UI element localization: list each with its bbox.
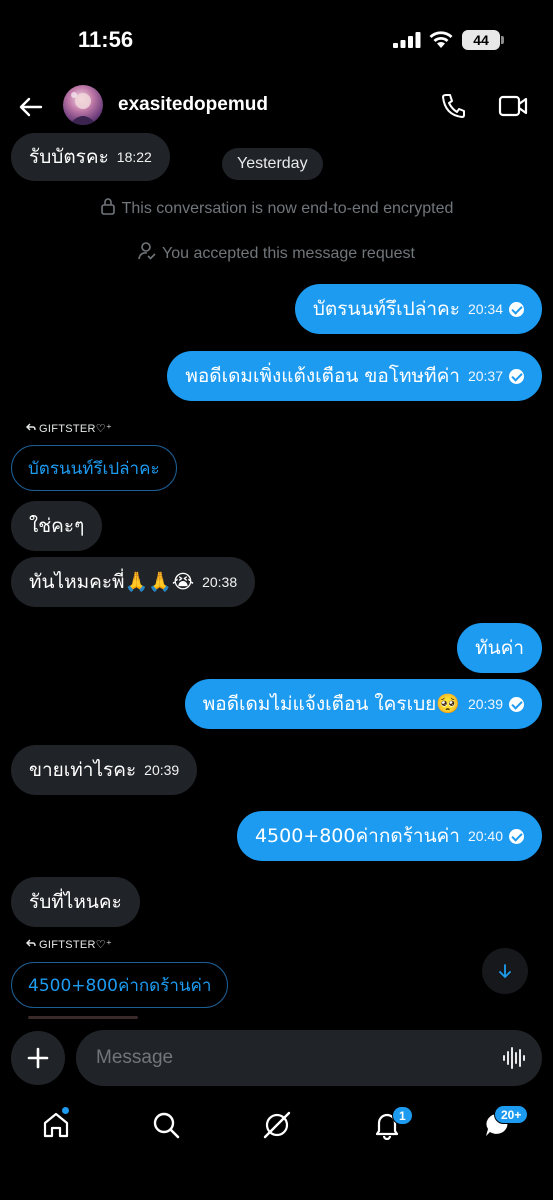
- arrow-down-icon: [499, 964, 511, 978]
- message-text: รับบัตรคะ: [29, 146, 109, 168]
- home-unread-dot: [61, 1106, 70, 1115]
- conversation-header: exasitedopemud: [0, 82, 553, 132]
- person-check-icon: [138, 242, 156, 260]
- conversation-username[interactable]: exasitedopemud: [118, 94, 268, 116]
- cellular-signal-icon: [393, 32, 421, 48]
- avatar-image: [69, 92, 97, 125]
- read-check-icon: [509, 368, 524, 384]
- message-time: 20:39: [467, 696, 503, 712]
- grok-icon[interactable]: [262, 1110, 292, 1140]
- message-text: พอดีเดมไม่แจ้งเตือน ใครเบย🥺: [202, 693, 460, 715]
- message-bubble-incoming[interactable]: รับบัตรคะ 18:22: [11, 133, 170, 181]
- reply-quote[interactable]: 4500+800ค่ากดร้านค่า: [11, 962, 229, 1008]
- message-text: ขายเท่าไรคะ: [29, 759, 137, 781]
- message-bubble-incoming[interactable]: ทันไหมคะพี่🙏🙏😭 20:38: [11, 557, 256, 607]
- reply-arrow-icon: [26, 939, 36, 947]
- partial-message-edge: [28, 1016, 138, 1019]
- reply-sender: GIFTSTER♡⁺: [39, 939, 113, 951]
- messages-badge: 20+: [494, 1105, 529, 1124]
- search-icon[interactable]: [151, 1110, 181, 1140]
- lock-icon: [100, 198, 115, 215]
- message-text: รับที่ไหนคะ: [29, 891, 122, 913]
- message-time: 20:37: [467, 368, 503, 384]
- avatar[interactable]: [63, 85, 103, 125]
- reply-arrow-icon: [26, 423, 36, 431]
- reply-quote-text: บัตรนนท์รึเปล่าคะ: [28, 458, 160, 479]
- message-text: พอดีเดมเพิ่งแต้งเตือน ขอโทษทีค่า: [185, 365, 460, 387]
- read-check-icon: [509, 301, 524, 317]
- read-check-icon: [509, 696, 524, 712]
- message-time: 20:38: [202, 574, 238, 590]
- message-time: 20:40: [467, 828, 503, 844]
- message-text: ทันค่า: [475, 637, 524, 659]
- message-bubble-outgoing[interactable]: 4500+800ค่ากดร้านค่า 20:40: [236, 811, 542, 861]
- read-check-icon: [509, 828, 524, 844]
- back-arrow-icon[interactable]: [16, 92, 46, 122]
- encryption-text: This conversation is now end-to-end encr…: [121, 200, 454, 217]
- video-camera-icon[interactable]: [498, 94, 528, 118]
- message-bubble-outgoing[interactable]: พอดีเดมไม่แจ้งเตือน ใครเบย🥺 20:39: [184, 679, 542, 729]
- message-time: 18:22: [116, 149, 152, 165]
- date-divider: Yesterday: [222, 148, 323, 180]
- message-time: 20:34: [467, 301, 503, 317]
- message-bubble-incoming[interactable]: ขายเท่าไรคะ 20:39: [11, 745, 198, 795]
- message-bubble-outgoing[interactable]: บัตรนนท์รึเปล่าคะ 20:34: [294, 284, 542, 334]
- scroll-to-bottom-button[interactable]: [482, 948, 528, 994]
- message-time: 20:39: [144, 762, 180, 778]
- reply-header: GIFTSTER♡⁺: [26, 938, 112, 951]
- phone-icon[interactable]: [440, 92, 466, 118]
- message-bubble-outgoing[interactable]: ทันค่า: [457, 623, 542, 673]
- message-text: บัตรนนท์รึเปล่าคะ: [312, 298, 460, 320]
- message-input[interactable]: [76, 1030, 542, 1086]
- message-text: 4500+800ค่ากดร้านค่า: [254, 825, 460, 847]
- reply-quote[interactable]: บัตรนนท์รึเปล่าคะ: [11, 445, 177, 491]
- bottom-tab-bar: 1 20+: [0, 1096, 553, 1200]
- message-composer: [0, 1028, 553, 1088]
- add-attachment-button[interactable]: [11, 1031, 65, 1085]
- message-bubble-incoming[interactable]: รับที่ไหนคะ: [11, 877, 140, 927]
- battery-nub: [501, 36, 504, 44]
- reply-quote-text: 4500+800ค่ากดร้านค่า: [28, 975, 212, 996]
- battery-level: 44: [462, 30, 500, 50]
- wifi-icon: [429, 31, 453, 48]
- request-accepted-text: You accepted this message request: [162, 245, 415, 262]
- encryption-notice: This conversation is now end-to-end encr…: [0, 197, 553, 218]
- message-bubble-outgoing[interactable]: พอดีเดมเพิ่งแต้งเตือน ขอโทษทีค่า 20:37: [167, 351, 542, 401]
- reply-header: GIFTSTER♡⁺: [26, 422, 112, 435]
- status-time: 11:56: [78, 27, 134, 52]
- voice-wave-icon[interactable]: [502, 1046, 526, 1070]
- message-bubble-incoming[interactable]: ใช่คะๆ: [11, 501, 103, 551]
- request-accepted-notice: You accepted this message request: [0, 241, 553, 263]
- reply-sender: GIFTSTER♡⁺: [39, 423, 113, 435]
- notifications-badge: 1: [392, 1106, 413, 1125]
- message-text: ทันไหมคะพี่🙏🙏😭: [29, 571, 195, 593]
- message-text: ใช่คะๆ: [29, 515, 85, 537]
- status-bar: 11:56 44: [0, 0, 553, 80]
- plus-icon: [27, 1047, 49, 1069]
